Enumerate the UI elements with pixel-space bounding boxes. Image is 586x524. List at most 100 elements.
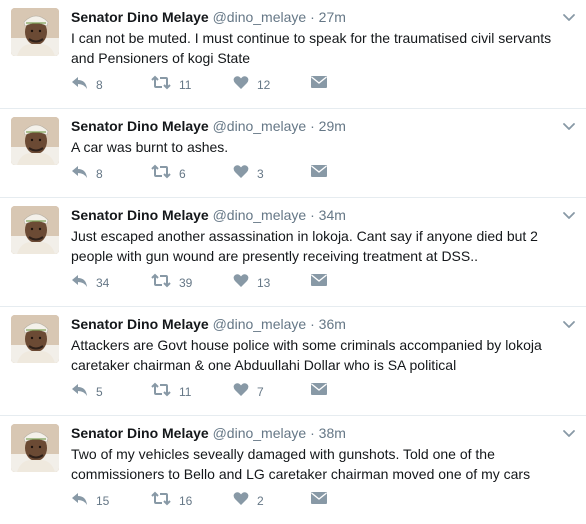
meta-separator: · bbox=[310, 316, 315, 332]
reply-icon bbox=[71, 164, 88, 179]
tweet-timestamp[interactable]: 38m bbox=[319, 425, 346, 441]
retweet-count: 11 bbox=[179, 385, 192, 399]
tweet-actions: 8 11 12 bbox=[71, 72, 371, 92]
tweet-actions: 34 39 13 bbox=[71, 270, 371, 290]
retweet-button[interactable]: 11 bbox=[151, 379, 191, 399]
author-handle[interactable]: @dino_melaye bbox=[213, 9, 307, 25]
envelope-icon bbox=[311, 491, 327, 505]
author-name[interactable]: Senator Dino Melaye bbox=[71, 425, 209, 441]
direct-message-button[interactable] bbox=[311, 488, 327, 508]
heart-icon bbox=[233, 382, 249, 397]
reply-count: 15 bbox=[96, 494, 110, 508]
chevron-down-icon[interactable] bbox=[562, 317, 576, 331]
heart-icon bbox=[233, 75, 249, 90]
avatar[interactable] bbox=[11, 117, 59, 165]
retweet-icon bbox=[151, 491, 171, 506]
direct-message-button[interactable] bbox=[311, 161, 327, 181]
reply-button[interactable]: 5 bbox=[71, 379, 103, 399]
tweet-text: Attackers are Govt house police with som… bbox=[71, 337, 542, 373]
like-button[interactable]: 2 bbox=[233, 488, 264, 508]
chevron-down-icon[interactable] bbox=[562, 119, 576, 133]
tweet-header: Senator Dino Melaye @dino_melaye · 34m bbox=[71, 206, 346, 225]
chevron-down-icon[interactable] bbox=[562, 10, 576, 24]
tweet-actions: 8 6 3 bbox=[71, 161, 371, 181]
reply-icon bbox=[71, 491, 88, 506]
direct-message-button[interactable] bbox=[311, 270, 327, 290]
like-button[interactable]: 13 bbox=[233, 270, 270, 290]
tweet[interactable]: Senator Dino Melaye @dino_melaye · 36m A… bbox=[0, 307, 586, 416]
like-count: 12 bbox=[257, 78, 271, 92]
author-name[interactable]: Senator Dino Melaye bbox=[71, 316, 209, 332]
reply-button[interactable]: 15 bbox=[71, 488, 109, 508]
like-button[interactable]: 3 bbox=[233, 161, 264, 181]
reply-count: 34 bbox=[96, 276, 110, 290]
tweet-header: Senator Dino Melaye @dino_melaye · 38m bbox=[71, 424, 346, 443]
retweet-icon bbox=[151, 75, 171, 90]
tweet-header: Senator Dino Melaye @dino_melaye · 27m bbox=[71, 8, 346, 27]
retweet-button[interactable]: 6 bbox=[151, 161, 186, 181]
direct-message-button[interactable] bbox=[311, 72, 327, 92]
avatar[interactable] bbox=[11, 8, 59, 56]
retweet-button[interactable]: 11 bbox=[151, 72, 191, 92]
tweet-timestamp[interactable]: 29m bbox=[319, 118, 346, 134]
tweet-header: Senator Dino Melaye @dino_melaye · 29m bbox=[71, 117, 346, 136]
tweet-text: I can not be muted. I must continue to s… bbox=[71, 30, 552, 66]
tweet-actions: 15 16 2 bbox=[71, 488, 371, 508]
meta-separator: · bbox=[310, 9, 315, 25]
envelope-icon bbox=[311, 273, 327, 287]
heart-icon bbox=[233, 164, 249, 179]
retweet-button[interactable]: 16 bbox=[151, 488, 192, 508]
reply-button[interactable]: 34 bbox=[71, 270, 109, 290]
tweet[interactable]: Senator Dino Melaye @dino_melaye · 38m T… bbox=[0, 416, 586, 524]
tweet-text: A car was burnt to ashes. bbox=[71, 139, 229, 155]
envelope-icon bbox=[311, 382, 327, 396]
heart-icon bbox=[233, 273, 249, 288]
tweet-timestamp[interactable]: 34m bbox=[319, 207, 346, 223]
tweet-timestamp[interactable]: 36m bbox=[319, 316, 346, 332]
tweet-actions: 5 11 7 bbox=[71, 379, 371, 399]
retweet-count: 6 bbox=[179, 167, 186, 181]
tweet-header: Senator Dino Melaye @dino_melaye · 36m bbox=[71, 315, 346, 334]
tweet[interactable]: Senator Dino Melaye @dino_melaye · 27m I… bbox=[0, 0, 586, 109]
tweet[interactable]: Senator Dino Melaye @dino_melaye · 34m J… bbox=[0, 198, 586, 307]
reply-icon bbox=[71, 75, 88, 90]
reply-button[interactable]: 8 bbox=[71, 72, 103, 92]
reply-count: 8 bbox=[96, 78, 103, 92]
chevron-down-icon[interactable] bbox=[562, 208, 576, 222]
meta-separator: · bbox=[310, 425, 315, 441]
direct-message-button[interactable] bbox=[311, 379, 327, 399]
author-handle[interactable]: @dino_melaye bbox=[213, 425, 307, 441]
reply-count: 5 bbox=[96, 385, 103, 399]
reply-count: 8 bbox=[96, 167, 103, 181]
author-name[interactable]: Senator Dino Melaye bbox=[71, 207, 209, 223]
author-name[interactable]: Senator Dino Melaye bbox=[71, 9, 209, 25]
meta-separator: · bbox=[310, 118, 315, 134]
like-button[interactable]: 12 bbox=[233, 72, 270, 92]
like-count: 3 bbox=[257, 167, 264, 181]
like-count: 13 bbox=[257, 276, 271, 290]
envelope-icon bbox=[311, 164, 327, 178]
retweet-icon bbox=[151, 382, 171, 397]
retweet-icon bbox=[151, 164, 171, 179]
avatar[interactable] bbox=[11, 206, 59, 254]
retweet-count: 39 bbox=[179, 276, 193, 290]
avatar[interactable] bbox=[11, 315, 59, 363]
reply-icon bbox=[71, 382, 88, 397]
author-handle[interactable]: @dino_melaye bbox=[213, 118, 307, 134]
author-handle[interactable]: @dino_melaye bbox=[213, 207, 307, 223]
tweet-text: Two of my vehicles seveally damaged with… bbox=[71, 446, 531, 482]
retweet-count: 16 bbox=[179, 494, 193, 508]
author-name[interactable]: Senator Dino Melaye bbox=[71, 118, 209, 134]
author-handle[interactable]: @dino_melaye bbox=[213, 316, 307, 332]
like-button[interactable]: 7 bbox=[233, 379, 264, 399]
tweet-text: Just escaped another assassination in lo… bbox=[71, 228, 538, 264]
avatar[interactable] bbox=[11, 424, 59, 472]
retweet-icon bbox=[151, 273, 171, 288]
retweet-button[interactable]: 39 bbox=[151, 270, 192, 290]
reply-button[interactable]: 8 bbox=[71, 161, 103, 181]
tweet-timestamp[interactable]: 27m bbox=[319, 9, 346, 25]
tweet[interactable]: Senator Dino Melaye @dino_melaye · 29m A… bbox=[0, 109, 586, 198]
meta-separator: · bbox=[310, 207, 315, 223]
chevron-down-icon[interactable] bbox=[562, 426, 576, 440]
heart-icon bbox=[233, 491, 249, 506]
